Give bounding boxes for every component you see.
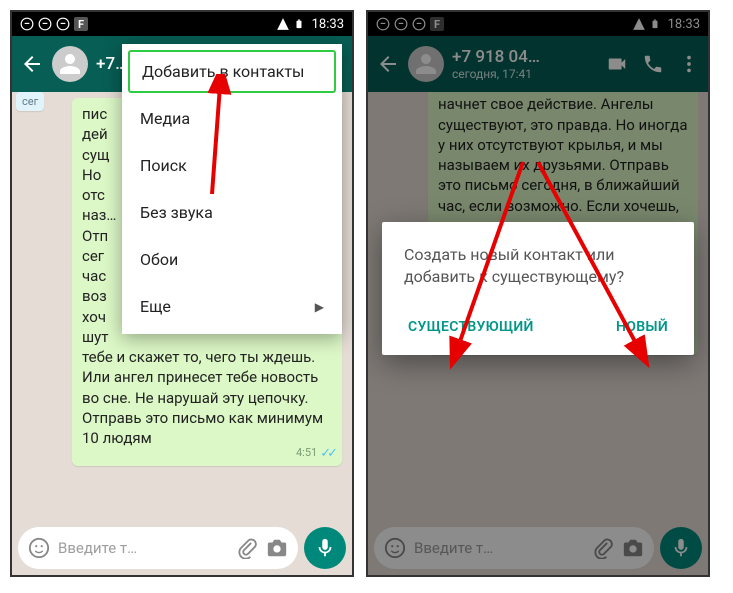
menu-item-search[interactable]: Поиск [122, 142, 342, 189]
emoji-icon[interactable] [28, 537, 50, 559]
mic-button[interactable] [304, 527, 346, 569]
camera-icon[interactable] [266, 537, 288, 559]
dialog-new-button[interactable]: НОВЫЙ [612, 311, 672, 343]
battery-icon [292, 17, 306, 31]
back-button[interactable] [20, 52, 44, 76]
menu-item-more[interactable]: Еще ▶ [122, 283, 342, 330]
status-time: 18:33 [312, 17, 344, 32]
swipe-icon [56, 17, 70, 31]
chevron-right-icon: ▶ [315, 300, 324, 314]
phone-left: F 18:33 +7… сег пис дей сущ Но отс наз… … [10, 10, 354, 577]
input-row: Введите т… [12, 521, 352, 575]
attach-icon[interactable] [236, 537, 258, 559]
read-ticks-icon: ✓✓ [320, 445, 334, 463]
message-time: 4:51 [296, 446, 317, 461]
swipe-icon [20, 17, 34, 31]
message-input[interactable]: Введите т… [18, 527, 298, 569]
notification-icon: F [74, 17, 88, 31]
overflow-menu: Добавить в контакты Медиа Поиск Без звук… [122, 44, 342, 334]
menu-item-wallpaper[interactable]: Обои [122, 236, 342, 283]
menu-item-media[interactable]: Медиа [122, 95, 342, 142]
menu-item-add-to-contacts[interactable]: Добавить в контакты [128, 50, 336, 93]
day-label: сег [16, 92, 44, 111]
status-bar: F 18:33 [12, 12, 352, 36]
dialog-message: Создать новый контакт или добавить к сущ… [404, 244, 672, 289]
contact-dialog: Создать новый контакт или добавить к сущ… [382, 222, 694, 355]
menu-item-mute[interactable]: Без звука [122, 189, 342, 236]
signal-icon [276, 17, 290, 31]
dialog-existing-button[interactable]: СУЩЕСТВУЮЩИЙ [404, 311, 538, 343]
phone-right: F 18:33 +7 918 04… сегодня, 17:41 никогд… [366, 10, 710, 577]
swipe-icon [38, 17, 52, 31]
avatar[interactable] [52, 46, 88, 82]
input-placeholder: Введите т… [58, 539, 228, 557]
